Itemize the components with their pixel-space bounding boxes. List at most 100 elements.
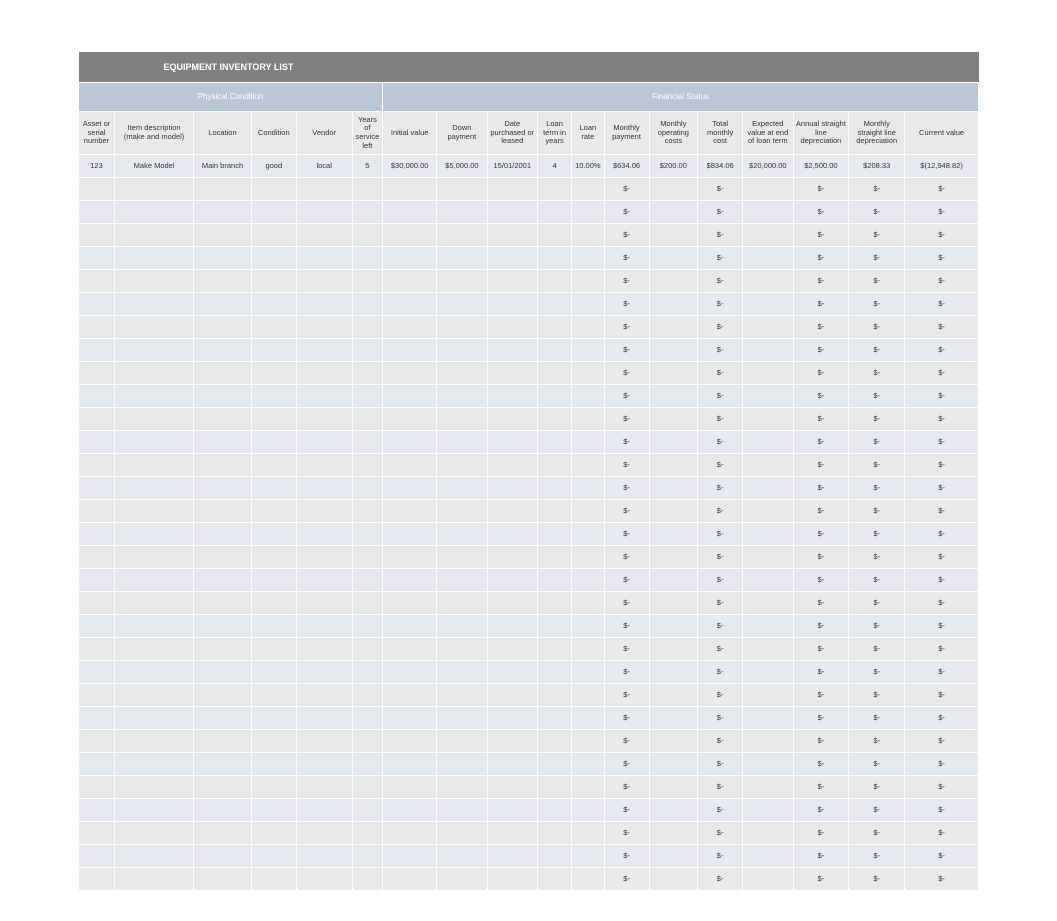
cell-asset	[79, 362, 115, 385]
cell-init	[383, 385, 437, 408]
cell-adep: $-	[793, 822, 849, 845]
cell-init	[383, 201, 437, 224]
cell-adep: $-	[793, 753, 849, 776]
cell-years: 5	[352, 155, 383, 178]
cell-init	[383, 270, 437, 293]
cell-mop	[649, 454, 698, 477]
cell-rate	[572, 339, 604, 362]
cell-adep: $-	[793, 362, 849, 385]
page: EQUIPMENT INVENTORY LIST Physical Condit…	[0, 0, 1057, 921]
cell-mop	[649, 730, 698, 753]
cell-cond	[251, 477, 296, 500]
cell-mop	[649, 316, 698, 339]
cell-exp	[743, 868, 793, 891]
cell-mdep: $-	[849, 201, 905, 224]
cell-mdep: $-	[849, 776, 905, 799]
cell-date	[487, 569, 537, 592]
cell-vendor	[296, 592, 352, 615]
cell-cond	[251, 569, 296, 592]
cell-desc	[115, 270, 194, 293]
group-physical: Physical Condition	[79, 83, 383, 112]
col-asset: Asset or serial number	[79, 112, 115, 155]
cell-adep: $-	[793, 776, 849, 799]
cell-cond	[251, 362, 296, 385]
cell-mop	[649, 845, 698, 868]
cell-mop	[649, 293, 698, 316]
cell-exp	[743, 684, 793, 707]
cell-desc	[115, 776, 194, 799]
cell-vendor	[296, 339, 352, 362]
cell-exp	[743, 477, 793, 500]
cell-cond	[251, 592, 296, 615]
cell-curr: $-	[905, 615, 979, 638]
cell-vendor	[296, 293, 352, 316]
cell-init	[383, 753, 437, 776]
cell-adep: $-	[793, 845, 849, 868]
cell-tot: $-	[698, 822, 743, 845]
cell-term	[537, 592, 571, 615]
cell-down	[437, 201, 487, 224]
cell-down	[437, 385, 487, 408]
cell-down	[437, 638, 487, 661]
cell-loc	[194, 224, 252, 247]
cell-mpay: $-	[604, 615, 649, 638]
cell-down	[437, 753, 487, 776]
cell-rate	[572, 178, 604, 201]
cell-desc	[115, 615, 194, 638]
cell-exp	[743, 293, 793, 316]
cell-init	[383, 776, 437, 799]
cell-term	[537, 178, 571, 201]
cell-loc	[194, 500, 252, 523]
cell-down	[437, 845, 487, 868]
cell-desc	[115, 247, 194, 270]
cell-loc	[194, 684, 252, 707]
col-desc: Item description (make and model)	[115, 112, 194, 155]
cell-init	[383, 845, 437, 868]
cell-down	[437, 500, 487, 523]
cell-curr: $-	[905, 500, 979, 523]
cell-exp	[743, 224, 793, 247]
col-down: Down payment	[437, 112, 487, 155]
cell-cond	[251, 247, 296, 270]
cell-down	[437, 776, 487, 799]
cell-term	[537, 799, 571, 822]
cell-years	[352, 247, 383, 270]
cell-cond	[251, 776, 296, 799]
cell-years	[352, 776, 383, 799]
cell-curr: $-	[905, 270, 979, 293]
cell-mdep: $-	[849, 500, 905, 523]
cell-mop	[649, 362, 698, 385]
cell-desc	[115, 362, 194, 385]
table-row: $-$-$-$-$-	[79, 684, 979, 707]
cell-adep: $-	[793, 684, 849, 707]
cell-term	[537, 868, 571, 891]
cell-mdep: $-	[849, 454, 905, 477]
cell-adep: $-	[793, 569, 849, 592]
cell-rate	[572, 592, 604, 615]
cell-curr: $-	[905, 822, 979, 845]
cell-term	[537, 753, 571, 776]
cell-curr: $-	[905, 684, 979, 707]
cell-init	[383, 362, 437, 385]
cell-term	[537, 431, 571, 454]
cell-tot: $-	[698, 546, 743, 569]
cell-init: $30,000.00	[383, 155, 437, 178]
cell-asset	[79, 592, 115, 615]
cell-term	[537, 822, 571, 845]
cell-loc	[194, 339, 252, 362]
cell-desc: Make Model	[115, 155, 194, 178]
cell-adep: $-	[793, 799, 849, 822]
cell-exp	[743, 201, 793, 224]
cell-cond	[251, 845, 296, 868]
col-exp: Expected value at end of loan term	[743, 112, 793, 155]
cell-mop	[649, 684, 698, 707]
cell-years	[352, 408, 383, 431]
cell-exp	[743, 592, 793, 615]
cell-cond	[251, 730, 296, 753]
cell-desc	[115, 477, 194, 500]
cell-curr: $-	[905, 431, 979, 454]
cell-rate	[572, 638, 604, 661]
cell-init	[383, 247, 437, 270]
cell-adep: $-	[793, 247, 849, 270]
cell-loc	[194, 776, 252, 799]
